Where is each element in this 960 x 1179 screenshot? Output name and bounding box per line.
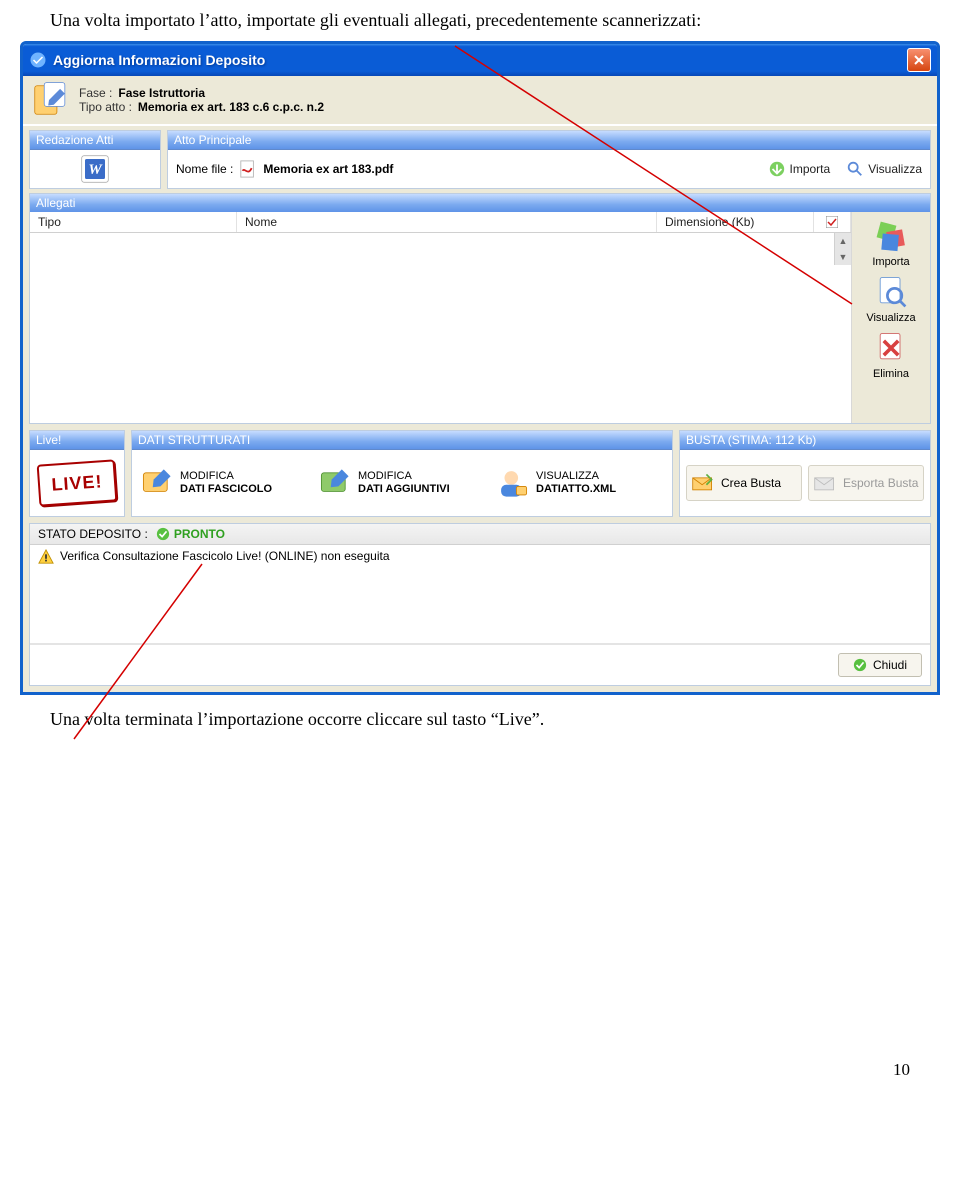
esporta-busta-button[interactable]: Esporta Busta [808, 465, 924, 501]
crea-busta-button[interactable]: Crea Busta [686, 465, 802, 501]
col-nome[interactable]: Nome [237, 212, 657, 232]
fase-label: Fase : [79, 86, 112, 100]
visualizza-datiatto-l2: DATIATTO.XML [536, 483, 616, 496]
status-label: STATO DEPOSITO : [38, 527, 148, 541]
esporta-busta-label: Esporta Busta [843, 476, 918, 490]
scroll-down-icon[interactable]: ▼ [835, 249, 851, 265]
allegati-title: Allegati [30, 194, 930, 212]
tipo-atto-label: Tipo atto : [79, 100, 132, 114]
chiudi-label: Chiudi [873, 658, 907, 672]
atto-principale-title: Atto Principale [168, 131, 930, 150]
col-check[interactable] [814, 212, 851, 232]
scroll-up-icon[interactable]: ▲ [835, 233, 851, 249]
tipo-atto-value: Memoria ex art. 183 c.6 c.p.c. n.2 [138, 100, 324, 114]
close-button[interactable] [907, 48, 931, 72]
elimina-allegato-label: Elimina [873, 368, 909, 380]
elimina-allegato-button[interactable]: Elimina [856, 330, 926, 380]
status-message: Verifica Consultazione Fascicolo Live! (… [60, 549, 390, 563]
col-tipo[interactable]: Tipo [30, 212, 237, 232]
visualizza-allegato-button[interactable]: Visualizza [856, 274, 926, 324]
busta-title: BUSTA (STIMA: 112 Kb) [680, 431, 930, 450]
nome-file-label: Nome file : [176, 162, 233, 176]
modifica-fascicolo-l1: MODIFICA [180, 470, 272, 483]
importa-atto-label: Importa [790, 162, 831, 176]
outro-text: Una volta terminata l’importazione occor… [50, 709, 910, 730]
warning-icon [38, 549, 54, 565]
dati-strutturati-title: DATI STRUTTURATI [132, 431, 672, 450]
importa-atto-button[interactable]: Importa [768, 160, 831, 178]
status-panel: STATO DEPOSITO : PRONTO Verifica Consult… [29, 523, 931, 686]
scrollbar[interactable]: ▲ ▼ [834, 233, 851, 265]
visualizza-atto-label: Visualizza [868, 162, 922, 176]
titlebar: Aggiorna Informazioni Deposito [23, 44, 937, 76]
importa-allegato-button[interactable]: Importa [856, 218, 926, 268]
page-number: 10 [0, 1060, 910, 1080]
modifica-aggiuntivi-l1: MODIFICA [358, 470, 450, 483]
header-info: Fase : Fase Istruttoria Tipo atto : Memo… [23, 76, 937, 126]
busta-panel: BUSTA (STIMA: 112 Kb) Crea Busta Esporta… [679, 430, 931, 517]
crea-busta-label: Crea Busta [721, 476, 781, 490]
allegati-table: Tipo Nome Dimensione (Kb) ▲ ▼ [30, 212, 852, 423]
dialog-window: Aggiorna Informazioni Deposito Fase : Fa… [20, 41, 940, 695]
modifica-fascicolo-button[interactable]: MODIFICADATI FASCICOLO [140, 466, 308, 500]
app-icon [29, 51, 47, 69]
visualizza-allegato-label: Visualizza [866, 312, 915, 324]
atto-principale-panel: Atto Principale Nome file : Memoria ex a… [167, 130, 931, 189]
intro-text: Una volta importato l’atto, importate gl… [50, 10, 910, 31]
allegati-table-body [30, 233, 834, 423]
window-title: Aggiorna Informazioni Deposito [53, 52, 265, 68]
modifica-fascicolo-l2: DATI FASCICOLO [180, 483, 272, 496]
nome-file-value: Memoria ex art 183.pdf [263, 162, 393, 176]
modifica-aggiuntivi-button[interactable]: MODIFICADATI AGGIUNTIVI [318, 466, 486, 500]
visualizza-datiatto-l1: VISUALIZZA [536, 470, 616, 483]
word-icon[interactable]: W [78, 154, 112, 184]
col-dimensione[interactable]: Dimensione (Kb) [657, 212, 814, 232]
redazione-atti-panel: Redazione Atti W [29, 130, 161, 189]
allegati-panel: Allegati Tipo Nome Dimensione (Kb) ▲ ▼ [29, 193, 931, 424]
fase-value: Fase Istruttoria [118, 86, 205, 100]
dati-strutturati-panel: DATI STRUTTURATI MODIFICADATI FASCICOLO … [131, 430, 673, 517]
live-button[interactable]: LIVE! [37, 459, 118, 506]
redazione-atti-title: Redazione Atti [30, 131, 160, 150]
visualizza-atto-button[interactable]: Visualizza [846, 160, 922, 178]
document-edit-icon [29, 80, 69, 120]
live-panel: Live! LIVE! [29, 430, 125, 517]
visualizza-datiatto-button[interactable]: VISUALIZZADATIATTO.XML [496, 466, 664, 500]
pdf-icon [239, 160, 257, 178]
modifica-aggiuntivi-l2: DATI AGGIUNTIVI [358, 483, 450, 496]
svg-text:W: W [88, 162, 103, 178]
chiudi-button[interactable]: Chiudi [838, 653, 922, 677]
status-value: PRONTO [156, 527, 225, 541]
importa-allegato-label: Importa [872, 256, 909, 268]
live-title: Live! [30, 431, 124, 450]
